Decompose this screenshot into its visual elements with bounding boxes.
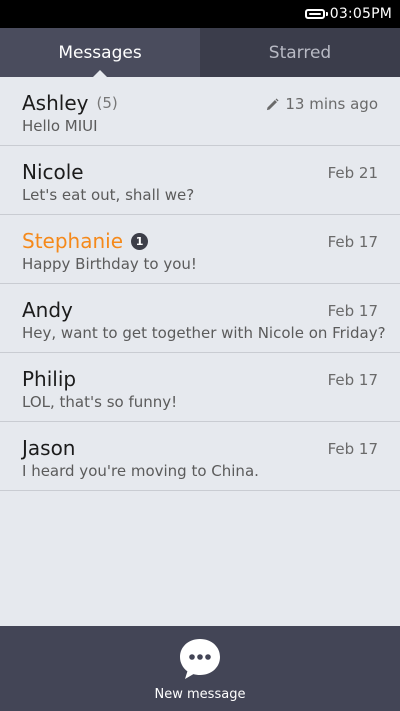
- message-preview: Hey, want to get together with Nicole on…: [22, 324, 386, 342]
- message-preview: LOL, that's so funny!: [22, 393, 178, 411]
- speech-bubble-icon: [180, 639, 220, 679]
- message-time: Feb 17: [328, 440, 378, 458]
- tab-messages[interactable]: Messages: [0, 28, 200, 78]
- message-time-text: Feb 17: [327, 233, 378, 251]
- message-time: Feb 17: [328, 371, 378, 389]
- message-time-text: Feb 17: [327, 371, 378, 389]
- contact-name-text: Philip: [22, 367, 77, 391]
- pencil-icon: [267, 97, 279, 110]
- tab-starred-label: Starred: [268, 42, 332, 63]
- conversation-row-philip[interactable]: Philip Feb 17 LOL, that's so funny!: [0, 353, 400, 422]
- contact-name: Ashley (5): [22, 91, 118, 115]
- contact-name: Philip: [22, 367, 76, 391]
- conversation-row-ashley[interactable]: Ashley (5) 13 mins ago Hello MIUI: [0, 77, 400, 146]
- message-preview: Let's eat out, shall we?: [22, 186, 195, 204]
- message-time: Feb 17: [328, 302, 378, 320]
- message-time-text: Feb 17: [327, 440, 378, 458]
- contact-name-text: Stephanie: [22, 229, 124, 253]
- status-bar: 03:05PM: [0, 0, 400, 28]
- message-time: 13 mins ago: [266, 95, 378, 113]
- tab-bar: Messages Starred: [0, 28, 400, 78]
- message-time-text: 13 mins ago: [285, 95, 378, 113]
- contact-name-text: Nicole: [22, 160, 84, 184]
- status-time: 03:05PM: [329, 6, 392, 22]
- message-time: Feb 21: [328, 164, 378, 182]
- contact-name-text: Andy: [22, 298, 73, 322]
- unread-badge: 1: [131, 232, 149, 250]
- contact-name-text: Jason: [22, 436, 76, 460]
- new-message-button[interactable]: New message: [0, 626, 400, 711]
- contact-name: Stephanie 1: [22, 229, 149, 253]
- tab-messages-label: Messages: [58, 42, 142, 63]
- message-count: (5): [96, 94, 118, 112]
- message-preview: Happy Birthday to you!: [22, 255, 197, 273]
- tab-starred[interactable]: Starred: [200, 28, 400, 77]
- message-preview: I heard you're moving to China.: [22, 462, 259, 480]
- message-time: Feb 17: [328, 233, 378, 251]
- new-message-label: New message: [154, 687, 246, 702]
- conversation-row-nicole[interactable]: Nicole Feb 21 Let's eat out, shall we?: [0, 146, 400, 215]
- message-time-text: Feb 21: [327, 164, 378, 182]
- contact-name: Nicole: [22, 160, 84, 184]
- contact-name: Jason: [22, 436, 76, 460]
- conversation-row-stephanie[interactable]: Stephanie 1 Feb 17 Happy Birthday to you…: [0, 215, 400, 284]
- message-time-text: Feb 17: [327, 302, 378, 320]
- contact-name: Andy: [22, 298, 73, 322]
- message-preview: Hello MIUI: [22, 117, 98, 135]
- battery-icon: [304, 9, 328, 19]
- conversation-row-andy[interactable]: Andy Feb 17 Hey, want to get together wi…: [0, 284, 400, 353]
- contact-name-text: Ashley: [22, 91, 89, 115]
- conversation-list: Ashley (5) 13 mins ago Hello MIUI Nicole…: [0, 77, 400, 491]
- conversation-row-jason[interactable]: Jason Feb 17 I heard you're moving to Ch…: [0, 422, 400, 491]
